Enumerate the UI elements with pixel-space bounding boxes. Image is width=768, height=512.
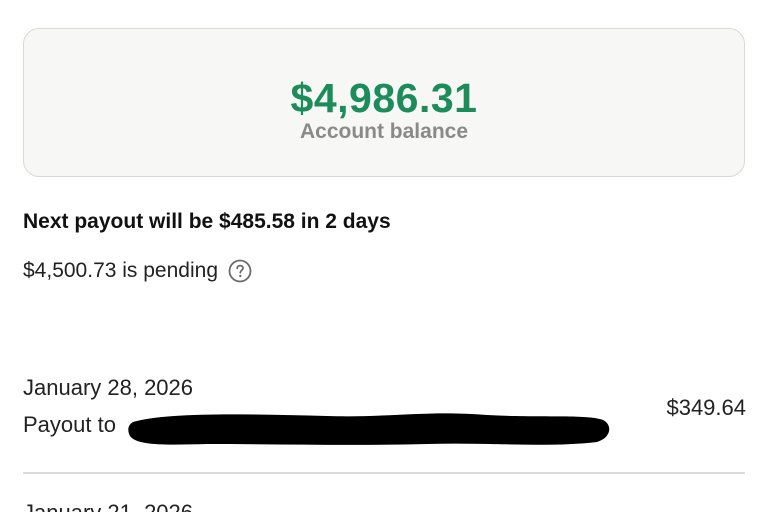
account-balance-amount: $4,986.31 (290, 75, 478, 121)
payouts-screen: $4,986.31 Account balance Next payout wi… (0, 0, 768, 512)
pending-amount-text: $4,500.73 is pending (23, 259, 218, 282)
transaction-date: January 28, 2026 (23, 375, 194, 400)
balance-card: $4,986.31 Account balance (23, 28, 745, 177)
account-balance-label: Account balance (299, 120, 469, 143)
next-payout-text: Next payout will be $485.58 in 2 days (23, 210, 391, 233)
transaction-description: Payout to (23, 412, 116, 437)
pending-row: $4,500.73 is pending (23, 257, 252, 285)
redaction-mark (128, 413, 610, 445)
transaction-amount: $349.64 (666, 395, 746, 420)
transaction-date: January 21, 2026 (23, 500, 193, 512)
question-circle-icon[interactable] (228, 259, 252, 283)
list-divider (23, 472, 745, 474)
